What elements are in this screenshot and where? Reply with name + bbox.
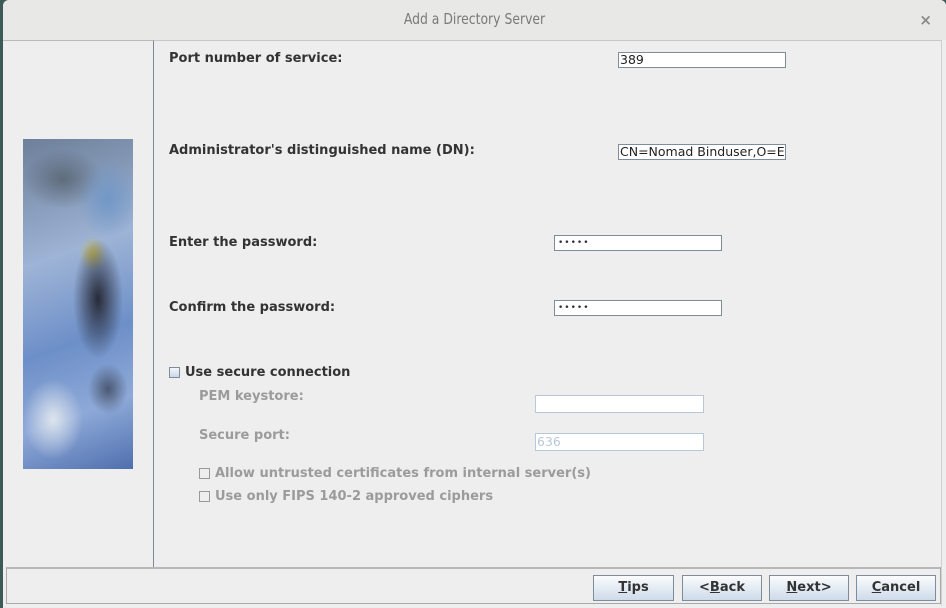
secure-connection-label[interactable]: Use secure connection bbox=[185, 365, 350, 380]
next-button[interactable]: Next> bbox=[769, 575, 849, 601]
cancel-button[interactable]: Cancel bbox=[856, 575, 936, 601]
next-label: ext> bbox=[797, 580, 832, 595]
window-edge bbox=[941, 40, 946, 606]
fips-label[interactable]: Use only FIPS 140-2 approved ciphers bbox=[215, 489, 493, 504]
back-label: ack bbox=[719, 580, 745, 595]
secure-connection-checkbox[interactable] bbox=[169, 367, 180, 378]
confirm-password-input[interactable]: ••••• bbox=[554, 300, 722, 316]
confirm-password-label: Confirm the password: bbox=[169, 300, 336, 315]
pem-keystore-input[interactable] bbox=[535, 395, 704, 413]
cancel-mnemonic: C bbox=[871, 580, 882, 595]
title-bar: Add a Directory Server × bbox=[3, 0, 946, 41]
pem-keystore-label: PEM keystore: bbox=[199, 389, 304, 404]
next-mnemonic: N bbox=[786, 580, 798, 595]
window-title: Add a Directory Server bbox=[403, 10, 546, 28]
secure-port-input[interactable]: 636 bbox=[535, 433, 704, 451]
port-label: Port number of service: bbox=[169, 51, 343, 66]
dn-label: Administrator's distinguished name (DN): bbox=[169, 143, 475, 158]
port-input[interactable]: 389 bbox=[618, 52, 786, 68]
close-icon[interactable]: × bbox=[919, 11, 932, 29]
secure-port-label: Secure port: bbox=[199, 428, 290, 443]
tips-button[interactable]: Tips bbox=[593, 575, 674, 601]
tips-label: ips bbox=[627, 580, 649, 595]
cancel-label: ancel bbox=[881, 580, 921, 595]
wizard-side-image bbox=[23, 139, 133, 469]
password-input[interactable]: ••••• bbox=[554, 235, 722, 251]
back-prefix: < bbox=[699, 580, 710, 595]
tips-mnemonic: T bbox=[618, 580, 628, 595]
dialog-window: Add a Directory Server × Port number of … bbox=[3, 0, 946, 608]
dn-input[interactable]: CN=Nomad Binduser,O=EX bbox=[618, 144, 786, 160]
fips-checkbox[interactable] bbox=[199, 491, 210, 502]
password-label: Enter the password: bbox=[169, 235, 318, 250]
untrusted-certs-checkbox[interactable] bbox=[199, 468, 210, 479]
back-button[interactable]: <Back bbox=[682, 575, 762, 601]
untrusted-certs-label[interactable]: Allow untrusted certificates from intern… bbox=[215, 466, 591, 481]
back-mnemonic: B bbox=[709, 580, 720, 595]
